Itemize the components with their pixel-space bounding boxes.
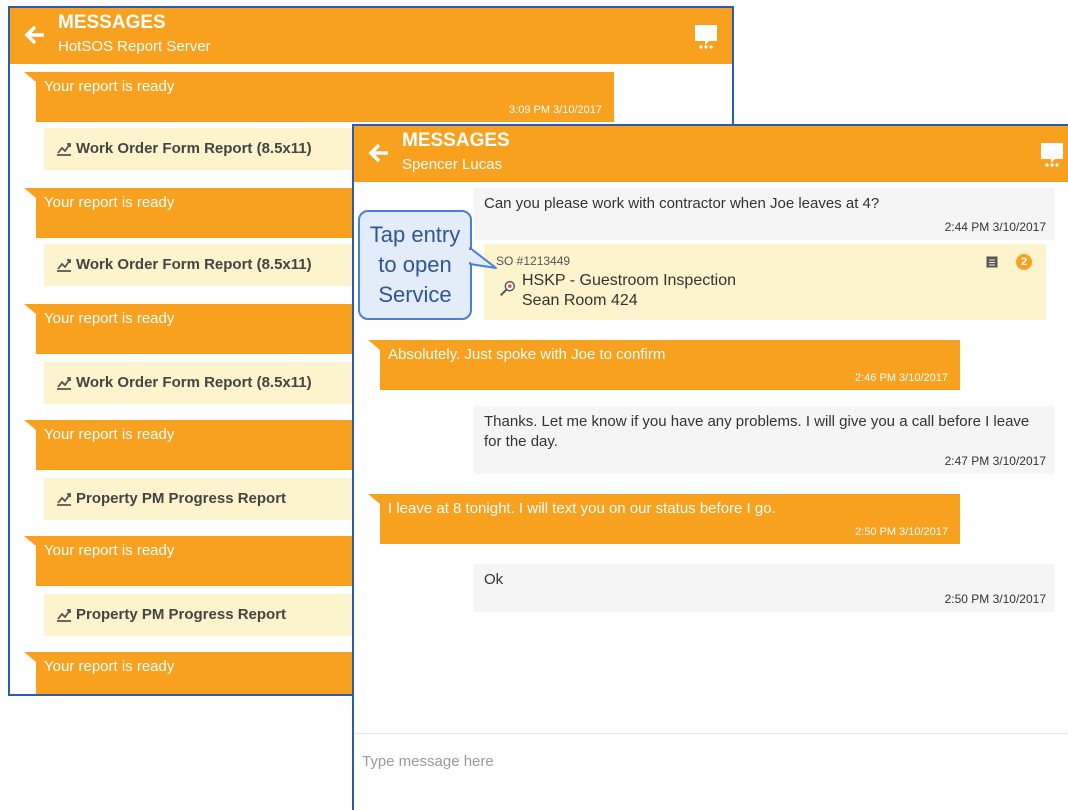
bubble-tail: [368, 340, 380, 350]
service-order-card[interactable]: SO #1213449 HSKP - Guestroom Inspection …: [484, 244, 1046, 320]
outgoing-message[interactable]: I leave at 8 tonight. I will text you on…: [368, 494, 960, 544]
message-text: I leave at 8 tonight. I will text you on…: [388, 500, 776, 517]
report-entry[interactable]: Work Order Form Report (8.5x11): [44, 128, 404, 170]
bubble-tail: [24, 304, 36, 314]
message-text: Your report is ready: [44, 426, 175, 443]
bubble-tail: [24, 72, 36, 82]
incoming-message[interactable]: Ok 2:50 PM 3/10/2017: [474, 564, 1054, 612]
message-text: Your report is ready: [44, 78, 175, 95]
service-order-title: HSKP - Guestroom Inspection: [522, 272, 737, 289]
chart-trend-icon: [57, 259, 71, 272]
message-timestamp: 2:50 PM 3/10/2017: [855, 526, 948, 538]
bubble-tail: [24, 652, 36, 662]
report-ready-message[interactable]: Your report is ready: [24, 536, 396, 586]
report-name: Property PM Progress Report: [76, 490, 287, 507]
service-magnifier-icon: [500, 280, 516, 296]
service-order-number: SO #1213449: [496, 254, 571, 268]
clipboard-icon: [986, 256, 998, 268]
report-entry[interactable]: Work Order Form Report (8.5x11): [44, 244, 404, 286]
back-arrow-icon[interactable]: [22, 22, 48, 48]
message-text: Your report is ready: [44, 658, 175, 675]
message-input[interactable]: [360, 752, 964, 771]
header-title: MESSAGES: [58, 12, 166, 33]
report-name: Property PM Progress Report: [76, 606, 287, 623]
chart-trend-icon: [57, 143, 71, 156]
chat-options-icon[interactable]: [694, 24, 718, 50]
header: MESSAGES Spencer Lucas: [354, 126, 1068, 182]
bubble-tail: [368, 494, 380, 504]
message-text: Absolutely. Just spoke with Joe to confi…: [388, 346, 666, 363]
header: MESSAGES HotSOS Report Server: [10, 8, 732, 64]
chart-trend-icon: [57, 493, 71, 506]
notification-badge: 2: [1016, 254, 1032, 270]
message-timestamp: 3:09 PM 3/10/2017: [509, 104, 602, 116]
header-subtitle: Spencer Lucas: [402, 156, 503, 173]
chart-trend-icon: [57, 609, 71, 622]
report-name: Work Order Form Report (8.5x11): [76, 140, 312, 157]
report-ready-message[interactable]: Your report is ready: [24, 304, 396, 354]
chat-options-icon[interactable]: [1040, 142, 1064, 168]
report-entry[interactable]: Property PM Progress Report: [44, 594, 404, 636]
bubble-tail: [24, 188, 36, 198]
message-text: Your report is ready: [44, 542, 175, 559]
chart-trend-icon: [57, 377, 71, 390]
report-name: Work Order Form Report (8.5x11): [76, 256, 312, 273]
bubble-tail: [24, 420, 36, 430]
report-entry[interactable]: Work Order Form Report (8.5x11): [44, 362, 404, 404]
service-order-location: Sean Room 424: [522, 292, 638, 309]
callout-line: to open: [378, 252, 452, 277]
outgoing-message[interactable]: Absolutely. Just spoke with Joe to confi…: [368, 340, 960, 390]
message-timestamp: 2:46 PM 3/10/2017: [855, 372, 948, 384]
message-timestamp: 2:47 PM 3/10/2017: [944, 454, 1046, 468]
report-name: Work Order Form Report (8.5x11): [76, 374, 312, 391]
callout-pointer: [468, 247, 497, 269]
bubble-tail: [24, 536, 36, 546]
message-timestamp: 2:50 PM 3/10/2017: [944, 592, 1046, 606]
incoming-message[interactable]: Can you please work with contractor when…: [474, 188, 1054, 240]
callout-line: Tap entry: [369, 222, 461, 247]
header-subtitle: HotSOS Report Server: [58, 38, 211, 55]
report-ready-message[interactable]: Your report is ready: [24, 420, 396, 470]
callout-line: Service: [378, 282, 452, 307]
message-text: Thanks. Let me know if you have any prob…: [484, 413, 1030, 450]
message-text: Can you please work with contractor when…: [484, 195, 880, 212]
message-text: Ok: [484, 571, 504, 588]
message-timestamp: 2:44 PM 3/10/2017: [944, 220, 1046, 234]
report-ready-message[interactable]: Your report is ready: [24, 188, 396, 238]
message-composer: [354, 733, 1068, 810]
report-ready-message[interactable]: Your report is ready 3:09 PM 3/10/2017: [24, 72, 614, 122]
report-ready-message[interactable]: Your report is ready: [24, 652, 396, 694]
message-text: Your report is ready: [44, 194, 175, 211]
annotation-callout: Tap entry to open Service: [358, 210, 472, 320]
header-title: MESSAGES: [402, 130, 510, 151]
message-text: Your report is ready: [44, 310, 175, 327]
back-arrow-icon[interactable]: [366, 140, 392, 166]
incoming-message[interactable]: Thanks. Let me know if you have any prob…: [474, 406, 1054, 474]
report-entry[interactable]: Property PM Progress Report: [44, 478, 404, 520]
